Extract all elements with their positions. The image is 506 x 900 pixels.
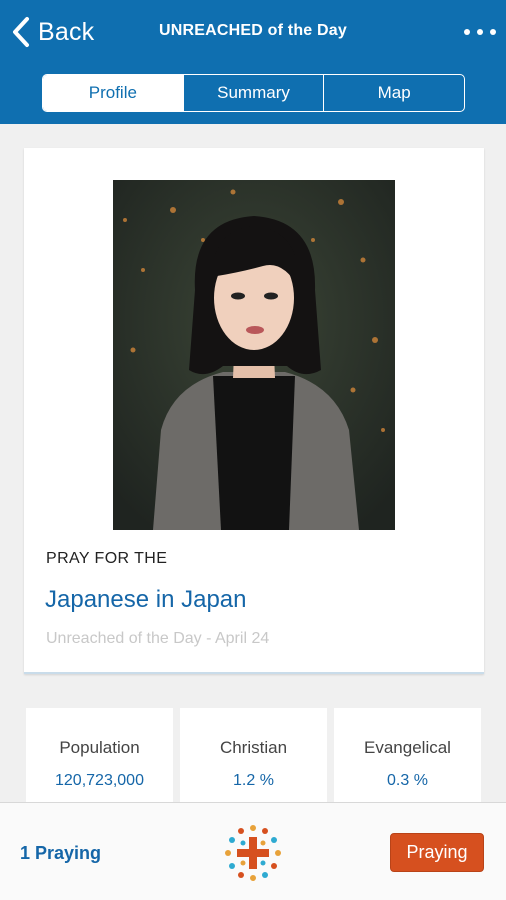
stat-christian: Christian 1.2 % [180,708,327,808]
stat-value: 1.2 % [233,772,274,789]
cross-dots-logo-icon [225,825,281,881]
stat-evangelical: Evangelical 0.3 % [334,708,481,808]
stat-population: Population 120,723,000 [26,708,173,808]
stat-value: 0.3 % [387,772,428,789]
tab-profile[interactable]: Profile [43,75,184,111]
tab-summary[interactable]: Summary [184,75,325,111]
people-group-name[interactable]: Japanese in Japan [45,586,247,614]
segmented-tabs: Profile Summary Map [42,74,465,112]
praying-count: 1 Praying [20,843,102,863]
page-title: UNREACHED of the Day [158,22,347,39]
bottom-bar: 1 Praying Praying [0,802,506,900]
app-header: Back UNREACHED of the Day Profile Summar… [0,0,506,124]
portrait-illustration [113,180,395,530]
profile-card: PRAY FOR THE Japanese in Japan Unreached… [24,148,484,674]
stat-value: 120,723,000 [55,772,144,789]
praying-button[interactable]: Praying [390,833,484,872]
stat-label: Evangelical [364,738,451,757]
portrait-photo [113,180,395,530]
more-dots-icon[interactable] [464,22,496,42]
tab-map[interactable]: Map [324,75,464,111]
stat-label: Population [59,738,140,757]
day-label: Unreached of the Day - April 24 [46,630,270,647]
pray-for-label: PRAY FOR THE [46,550,168,567]
stat-label: Christian [219,738,288,757]
